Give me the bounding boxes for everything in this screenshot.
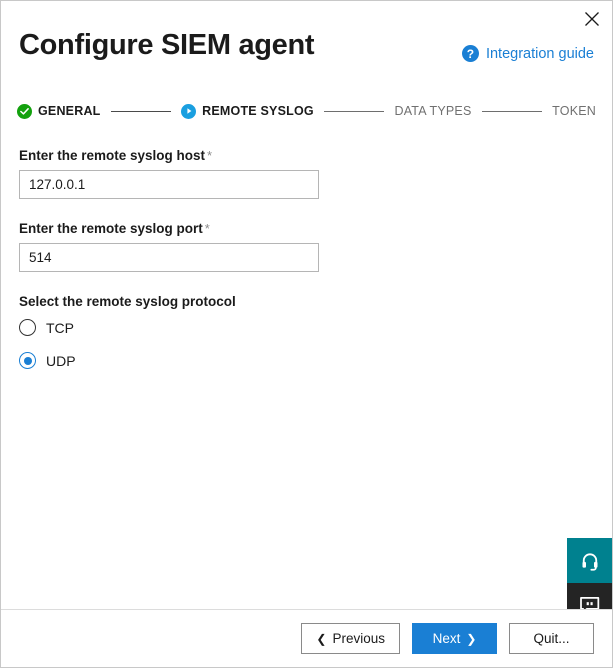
step-remote-syslog[interactable]: REMOTE SYSLOG bbox=[181, 103, 314, 119]
help-icon: ? bbox=[461, 45, 479, 62]
wizard-stepper: GENERAL REMOTE SYSLOG DATA TYPES TOKEN bbox=[17, 102, 596, 120]
dialog-header: Configure SIEM agent ? Integration guide bbox=[19, 29, 594, 77]
host-field-block: Enter the remote syslog host * bbox=[19, 148, 319, 199]
radio-tcp-indicator[interactable] bbox=[19, 319, 36, 336]
check-icon bbox=[20, 107, 29, 115]
previous-button-label: Previous bbox=[332, 631, 385, 646]
host-field-label: Enter the remote syslog host * bbox=[19, 148, 319, 163]
step-token[interactable]: TOKEN bbox=[552, 104, 596, 118]
step-general[interactable]: GENERAL bbox=[17, 103, 101, 119]
port-field-label: Enter the remote syslog port * bbox=[19, 221, 319, 236]
step-general-label: GENERAL bbox=[38, 104, 101, 118]
host-input[interactable] bbox=[19, 170, 319, 199]
stepper-connector-2 bbox=[323, 110, 385, 112]
port-input[interactable] bbox=[19, 243, 319, 272]
step-data-types[interactable]: DATA TYPES bbox=[394, 104, 471, 118]
quit-button-label: Quit... bbox=[533, 631, 570, 646]
syslog-form: Enter the remote syslog host* Enter the … bbox=[19, 148, 319, 385]
support-widget-button[interactable] bbox=[567, 538, 612, 583]
port-label-text: Enter the remote syslog port bbox=[19, 221, 203, 236]
chevron-left-icon: ❮ bbox=[316, 631, 327, 646]
host-required-mark: * bbox=[207, 148, 213, 163]
page-title: Configure SIEM agent bbox=[19, 29, 315, 61]
chevron-right-icon: ❯ bbox=[466, 631, 477, 646]
play-icon bbox=[187, 108, 192, 114]
stepper-connector-1 bbox=[110, 110, 172, 112]
stepper-connector-3 bbox=[481, 110, 543, 112]
play-circle-icon bbox=[181, 103, 197, 119]
quit-button[interactable]: Quit... bbox=[509, 623, 594, 654]
protocol-radio-group: Select the remote syslog protocol TCP UD… bbox=[19, 294, 319, 369]
integration-guide-label: Integration guide bbox=[485, 45, 594, 62]
dialog-footer: ❮ Previous Next ❯ Quit... bbox=[1, 609, 612, 667]
radio-option-tcp[interactable]: TCP bbox=[19, 319, 139, 336]
port-field-block: Enter the remote syslog port * bbox=[19, 221, 319, 272]
radio-udp-indicator[interactable] bbox=[19, 352, 36, 369]
step-token-label: TOKEN bbox=[552, 104, 596, 118]
protocol-group-label: Select the remote syslog protocol bbox=[19, 294, 236, 309]
radio-udp-label: UDP bbox=[46, 352, 76, 369]
headset-icon bbox=[582, 552, 597, 571]
next-button[interactable]: Next ❯ bbox=[412, 623, 497, 654]
port-required-mark: * bbox=[204, 221, 210, 236]
next-button-label: Next bbox=[432, 631, 461, 646]
close-icon[interactable] bbox=[578, 5, 606, 33]
host-label-text: Enter the remote syslog host bbox=[19, 148, 206, 163]
radio-tcp-label: TCP bbox=[46, 319, 74, 336]
integration-guide-link[interactable]: ? Integration guide bbox=[461, 45, 594, 62]
configure-siem-agent-dialog: Configure SIEM agent ? Integration guide… bbox=[0, 0, 613, 668]
radio-option-udp[interactable]: UDP bbox=[19, 352, 139, 369]
previous-button[interactable]: ❮ Previous bbox=[301, 623, 400, 654]
close-icon-glyph bbox=[585, 12, 599, 26]
step-remote-syslog-label: REMOTE SYSLOG bbox=[202, 104, 314, 118]
check-circle-icon bbox=[17, 103, 32, 119]
step-data-types-label: DATA TYPES bbox=[394, 104, 472, 118]
